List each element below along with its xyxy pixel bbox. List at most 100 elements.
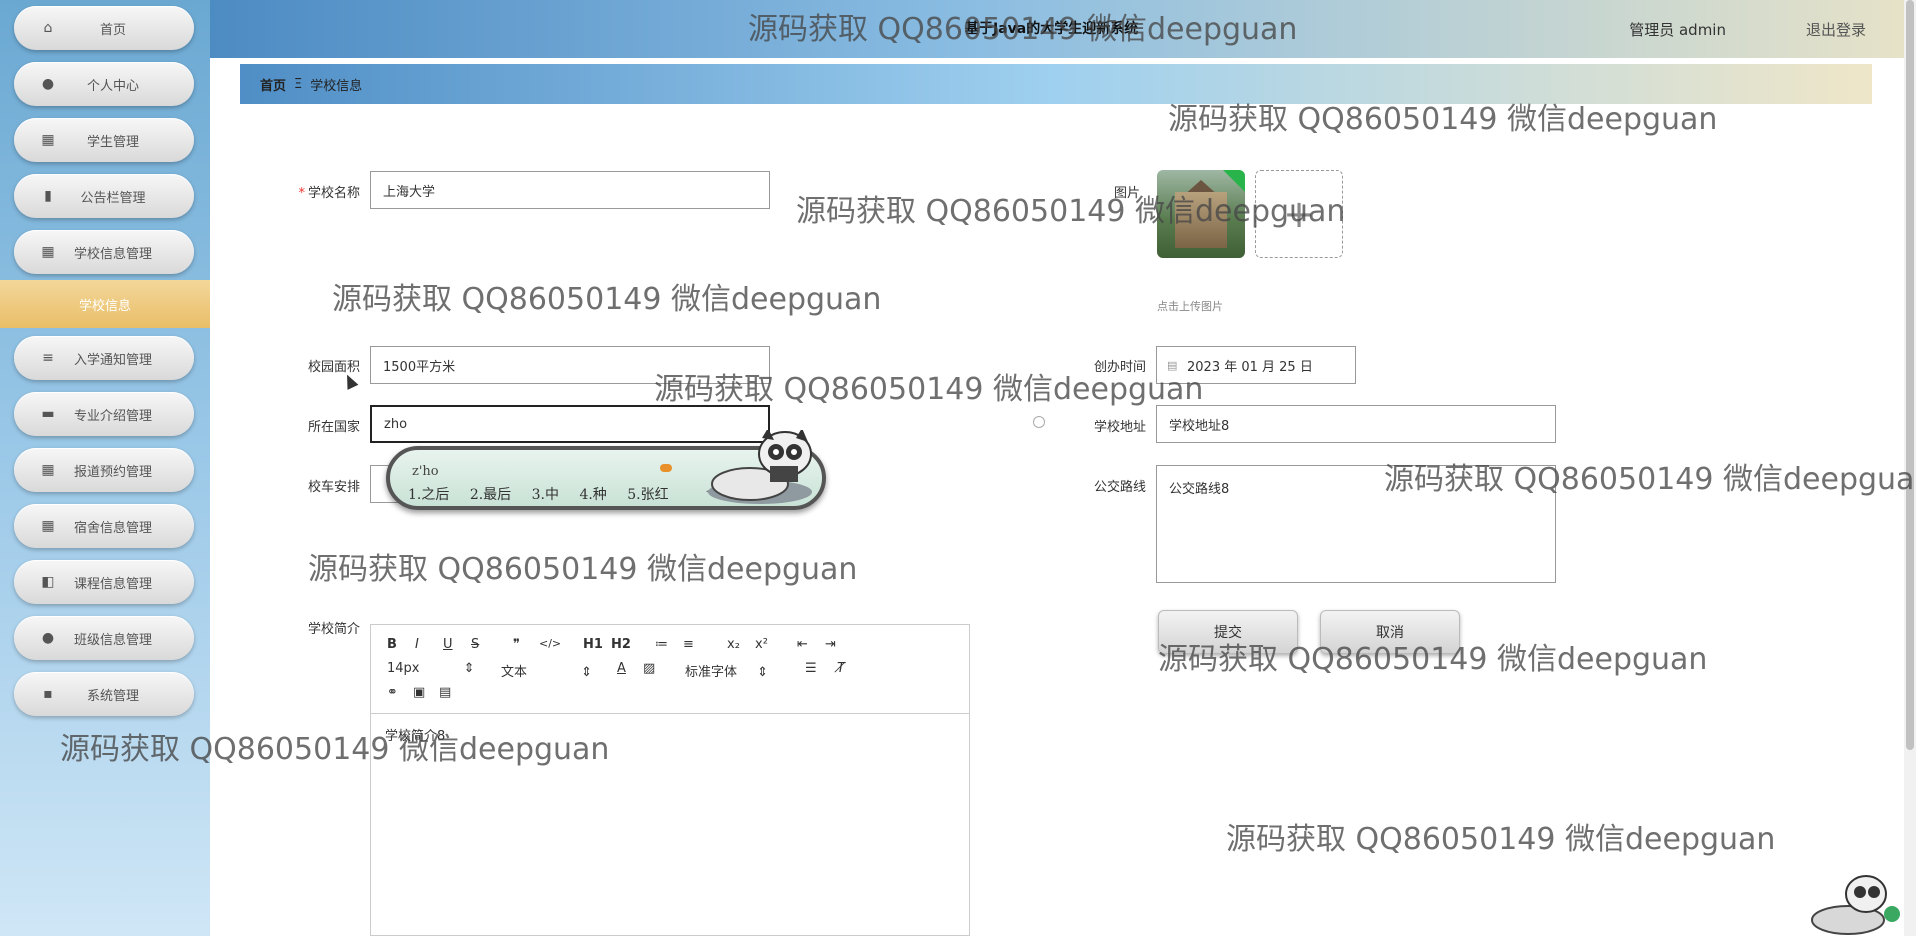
h1-button[interactable]: H1 bbox=[583, 637, 603, 652]
list-icon: ≡ bbox=[42, 350, 54, 366]
sidebar-item-notices[interactable]: ▮ 公告栏管理 bbox=[14, 174, 194, 218]
sidebar-item-home[interactable]: ⌂ 首页 bbox=[14, 6, 194, 50]
route-textarea[interactable]: 公交路线8 bbox=[1156, 465, 1556, 583]
sidebar-item-classes[interactable]: ● 班级信息管理 bbox=[14, 616, 194, 660]
sidebar-item-courses[interactable]: ◧ 课程信息管理 bbox=[14, 560, 194, 604]
country-label: 所在国家 bbox=[307, 420, 360, 435]
top-header: 基于Java的大学生迎新系统 管理员 admin 退出登录 bbox=[210, 0, 1906, 58]
watermark: 源码获取 QQ86050149 微信deepguan bbox=[1226, 822, 1776, 857]
route-label: 公交路线 bbox=[1093, 480, 1146, 495]
ime-candidates: 1.之后 2.最后 3.中 4.种 5.张红 bbox=[408, 484, 685, 504]
outdent-button[interactable]: ⇤ bbox=[797, 637, 808, 652]
sidebar-item-admission-notice[interactable]: ≡ 入学通知管理 bbox=[14, 336, 194, 380]
ime-eye-icon bbox=[660, 464, 672, 472]
h2-button[interactable]: H2 bbox=[611, 637, 631, 652]
italic-button[interactable]: I bbox=[415, 637, 419, 652]
scrollbar-thumb[interactable] bbox=[1906, 0, 1914, 750]
subscript-button[interactable]: x₂ bbox=[727, 637, 740, 652]
grid-icon: ▦ bbox=[41, 132, 55, 148]
logout-link[interactable]: 退出登录 bbox=[1806, 19, 1866, 40]
underline-button[interactable]: U bbox=[443, 637, 453, 652]
link-icon[interactable]: ⚭ bbox=[387, 685, 398, 700]
founded-label: 创办时间 bbox=[1093, 360, 1146, 375]
clear-circle-icon bbox=[1033, 416, 1045, 428]
founded-date-input[interactable]: ▤ 2023 年 01 月 25 日 bbox=[1156, 346, 1356, 384]
video-icon[interactable]: ▤ bbox=[439, 685, 451, 700]
sidebar-item-majors[interactable]: ▬ 专业介绍管理 bbox=[14, 392, 194, 436]
page-scrollbar[interactable] bbox=[1904, 0, 1916, 936]
strike-button[interactable]: S bbox=[471, 637, 479, 652]
chevron-updown-icon: ⇕ bbox=[757, 665, 769, 680]
font-color-icon[interactable]: A bbox=[617, 661, 626, 676]
founded-date-value: 2023 年 01 月 25 日 bbox=[1187, 359, 1313, 375]
ime-candidate[interactable]: 3.中 bbox=[532, 487, 559, 503]
bullet-list-button[interactable]: ≡ bbox=[683, 637, 694, 652]
breadcrumb: 首页 Ξ 学校信息 bbox=[240, 64, 1872, 104]
area-label: 校园面积 bbox=[307, 360, 360, 375]
sidebar: ⌂ 首页 ● 个人中心 ▦ 学生管理 ▮ 公告栏管理 ▦ 学校信息管理 学校信息… bbox=[0, 0, 210, 936]
user-icon: ● bbox=[41, 76, 55, 92]
area-input[interactable]: 1500平方米 bbox=[370, 346, 770, 384]
grid-icon: ▦ bbox=[41, 518, 55, 534]
breadcrumb-home[interactable]: 首页 bbox=[260, 75, 286, 94]
chat-icon: ▪ bbox=[43, 686, 53, 702]
address-input[interactable]: 学校地址8 bbox=[1156, 405, 1556, 443]
indent-button[interactable]: ⇥ bbox=[825, 637, 836, 652]
bold-button[interactable]: B bbox=[387, 637, 397, 652]
mascot-cat-small-icon bbox=[1811, 875, 1900, 935]
site-title: 基于Java的大学生迎新系统 bbox=[965, 21, 1139, 37]
superscript-button[interactable]: x² bbox=[755, 637, 768, 652]
image-label: 图片 bbox=[1113, 186, 1140, 201]
ordered-list-button[interactable]: ≔ bbox=[655, 637, 668, 652]
code-button[interactable]: </> bbox=[539, 637, 561, 650]
sidebar-item-reservations[interactable]: ▦ 报道预约管理 bbox=[14, 448, 194, 492]
chevron-updown-icon: ⇕ bbox=[581, 665, 593, 680]
image-icon[interactable]: ▣ bbox=[413, 685, 425, 700]
upload-hint: 点击上传图片 bbox=[1157, 300, 1223, 313]
breadcrumb-separator: Ξ bbox=[294, 76, 303, 92]
upload-add-button[interactable]: + bbox=[1255, 170, 1343, 258]
breadcrumb-current: 学校信息 bbox=[310, 78, 363, 94]
font-family-select[interactable]: 标准字体 ⇕ bbox=[685, 661, 768, 680]
sidebar-item-school-info[interactable]: ▦ 学校信息管理 bbox=[14, 230, 194, 274]
wallet-icon: ◧ bbox=[41, 574, 55, 590]
editor-content[interactable]: 学校简介8 bbox=[385, 725, 445, 744]
building bbox=[1175, 192, 1227, 248]
ime-candidate[interactable]: 5.张红 bbox=[627, 487, 668, 503]
watermark: 源码获取 QQ86050149 微信deepguan bbox=[308, 552, 858, 587]
ime-composition: z'ho bbox=[412, 464, 439, 479]
paragraph-select[interactable]: 文本 ⇕ bbox=[501, 661, 592, 680]
home-icon: ⌂ bbox=[43, 20, 53, 36]
check-corner-icon bbox=[1223, 170, 1245, 192]
grid-icon: ▦ bbox=[41, 244, 55, 260]
grid-icon: ▦ bbox=[41, 462, 55, 478]
clear-format-icon[interactable]: T̸ bbox=[837, 661, 845, 676]
bg-color-icon[interactable]: ▨ bbox=[643, 661, 655, 676]
admin-label: 管理员 admin bbox=[1629, 21, 1726, 39]
submit-button[interactable]: 提交 bbox=[1158, 610, 1298, 654]
align-icon[interactable]: ☰ bbox=[805, 661, 817, 676]
sidebar-item-system[interactable]: ▪ 系统管理 bbox=[14, 672, 194, 716]
lightbulb-icon: ● bbox=[41, 630, 55, 646]
sidebar-subitem-school-info[interactable]: 学校信息 bbox=[0, 280, 210, 328]
intro-label: 学校简介 bbox=[307, 622, 360, 637]
watermark: 源码获取 QQ86050149 微信deepguan bbox=[332, 282, 882, 317]
chart-icon: ▮ bbox=[44, 188, 52, 204]
sidebar-item-students[interactable]: ▦ 学生管理 bbox=[14, 118, 194, 162]
ime-candidate[interactable]: 4.种 bbox=[579, 487, 606, 503]
ime-candidate[interactable]: 1.之后 bbox=[408, 487, 449, 503]
font-size-select[interactable]: 14px ⇕ bbox=[387, 661, 475, 676]
cancel-button[interactable]: 取消 bbox=[1320, 610, 1460, 654]
briefcase-icon: ▬ bbox=[41, 406, 55, 422]
sidebar-item-dorms[interactable]: ▦ 宿舍信息管理 bbox=[14, 504, 194, 548]
ime-candidate[interactable]: 2.最后 bbox=[470, 487, 511, 503]
school-name-input[interactable]: 上海大学 bbox=[370, 171, 770, 209]
intro-editor[interactable]: B I U S ❞ </> H1 H2 ≔ ≡ x₂ x² ⇤ ⇥ 14px ⇕… bbox=[370, 624, 970, 936]
uploaded-image[interactable] bbox=[1157, 170, 1245, 258]
mascot-cat-icon bbox=[708, 430, 812, 504]
editor-toolbar: B I U S ❞ </> H1 H2 ≔ ≡ x₂ x² ⇤ ⇥ 14px ⇕… bbox=[371, 625, 969, 714]
school-name-label: * 学校名称 bbox=[298, 186, 360, 201]
calendar-icon: ▤ bbox=[1167, 358, 1178, 372]
quote-button[interactable]: ❞ bbox=[513, 637, 520, 652]
sidebar-item-profile[interactable]: ● 个人中心 bbox=[14, 62, 194, 106]
